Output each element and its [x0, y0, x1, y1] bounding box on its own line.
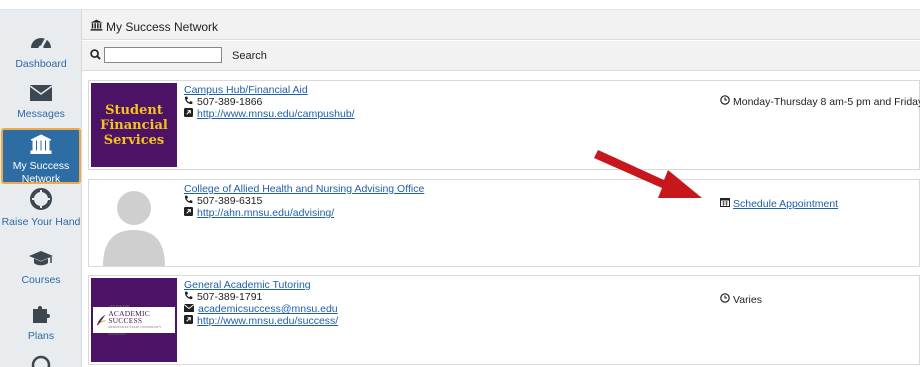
- sidebar-item-raise-your-hand[interactable]: Raise Your Hand: [0, 188, 82, 229]
- sidebar-item-courses[interactable]: Courses: [0, 250, 82, 287]
- contact-card-tutoring: CENTER FOR ACADEMIC SUCCESS MINNESOTA ST…: [88, 275, 920, 365]
- hours: Monday-Thursday 8 am-5 pm and Friday 9:3…: [720, 95, 920, 108]
- graduation-cap-icon: [0, 250, 82, 272]
- page-title: My Success Network: [90, 19, 218, 34]
- hours-text: Varies: [733, 293, 762, 306]
- logo-line3: MINNESOTA STATE UNIVERSITY MANKATO: [108, 324, 162, 336]
- sidebar-item-plans[interactable]: Plans: [0, 302, 82, 343]
- sidebar-item-label: Messages: [17, 108, 65, 120]
- avatar-placeholder: [91, 182, 177, 266]
- external-link-icon: [184, 315, 193, 327]
- website-link[interactable]: http://ahn.mnsu.edu/advising/: [197, 207, 334, 219]
- clock-icon: [720, 293, 730, 306]
- external-link-icon: [184, 207, 193, 219]
- clock-icon: [720, 95, 730, 108]
- logo-plate: CENTER FOR ACADEMIC SUCCESS MINNESOTA ST…: [93, 304, 175, 336]
- contact-name-link[interactable]: Campus Hub/Financial Aid: [184, 84, 308, 96]
- sidebar-item-label: Plans: [27, 330, 55, 342]
- sidebar-item-label: Courses: [21, 274, 61, 286]
- schedule-appointment-link[interactable]: Schedule Appointment: [733, 198, 838, 210]
- search-input[interactable]: [104, 47, 222, 63]
- contact-name-link[interactable]: College of Allied Health and Nursing Adv…: [184, 183, 424, 195]
- dashboard-icon: [0, 32, 82, 56]
- swoosh-icon: [96, 314, 106, 326]
- website-link[interactable]: http://www.mnsu.edu/campushub/: [197, 108, 355, 120]
- student-financial-services-logo: Student Financial Services: [91, 83, 177, 167]
- contact-card-allied-health: College of Allied Health and Nursing Adv…: [88, 179, 920, 267]
- website-link[interactable]: http://www.mnsu.edu/success/: [197, 315, 338, 327]
- top-border: [0, 0, 920, 10]
- hours-text: Monday-Thursday 8 am-5 pm and Friday 9:3…: [733, 95, 920, 108]
- puzzle-icon: [0, 302, 82, 328]
- search-button[interactable]: Search: [232, 50, 267, 62]
- red-arrow-annotation: [594, 150, 702, 198]
- sidebar-item-label: Raise Your Hand: [1, 216, 81, 228]
- sidebar-item-my-success-network[interactable]: My Success Network: [1, 128, 81, 185]
- sidebar-item-label: My Success Network: [12, 160, 70, 185]
- search-icon: [90, 49, 101, 63]
- phone-number: 507-389-6315: [197, 195, 263, 207]
- email-link[interactable]: academicsuccess@mnsu.edu: [198, 303, 338, 315]
- institution-icon: [90, 19, 103, 34]
- page-header: My Success Network: [82, 10, 920, 40]
- contact-name-link[interactable]: General Academic Tutoring: [184, 279, 311, 291]
- phone-icon: [184, 291, 193, 303]
- phone-number: 507-389-1866: [197, 96, 263, 108]
- institution-icon: [3, 134, 79, 158]
- history-icon[interactable]: [31, 355, 51, 367]
- phone-icon: [184, 96, 193, 108]
- sidebar: Dashboard Messages My Success Network Ra…: [0, 10, 82, 367]
- contact-info: Campus Hub/Financial Aid 507-389-1866 ht…: [184, 84, 355, 120]
- logo-line2: ACADEMIC SUCCESS: [108, 308, 150, 325]
- phone-icon: [184, 195, 193, 207]
- contact-card-campus-hub: Student Financial Services Campus Hub/Fi…: [88, 80, 920, 170]
- envelope-icon: [0, 84, 82, 106]
- schedule-appointment[interactable]: Schedule Appointment: [720, 197, 838, 210]
- hours: Varies: [720, 293, 762, 306]
- center-for-academic-success-logo: CENTER FOR ACADEMIC SUCCESS MINNESOTA ST…: [91, 278, 177, 362]
- page-title-text: My Success Network: [106, 19, 219, 34]
- contact-info: College of Allied Health and Nursing Adv…: [184, 183, 424, 219]
- phone-number: 507-389-1791: [197, 291, 263, 303]
- logo-text: Student Financial Services: [100, 102, 168, 148]
- search-bar: Search: [82, 41, 920, 71]
- sidebar-item-label: Dashboard: [15, 58, 67, 70]
- logo-lettering: CENTER FOR ACADEMIC SUCCESS MINNESOTA ST…: [108, 303, 175, 338]
- lifebuoy-icon: [0, 188, 82, 214]
- sidebar-item-messages[interactable]: Messages: [0, 84, 82, 121]
- envelope-icon: [183, 303, 195, 315]
- contact-info: General Academic Tutoring 507-389-1791 a…: [183, 279, 338, 327]
- calendar-icon: [720, 197, 730, 210]
- external-link-icon: [184, 108, 193, 120]
- sidebar-item-dashboard[interactable]: Dashboard: [0, 32, 82, 71]
